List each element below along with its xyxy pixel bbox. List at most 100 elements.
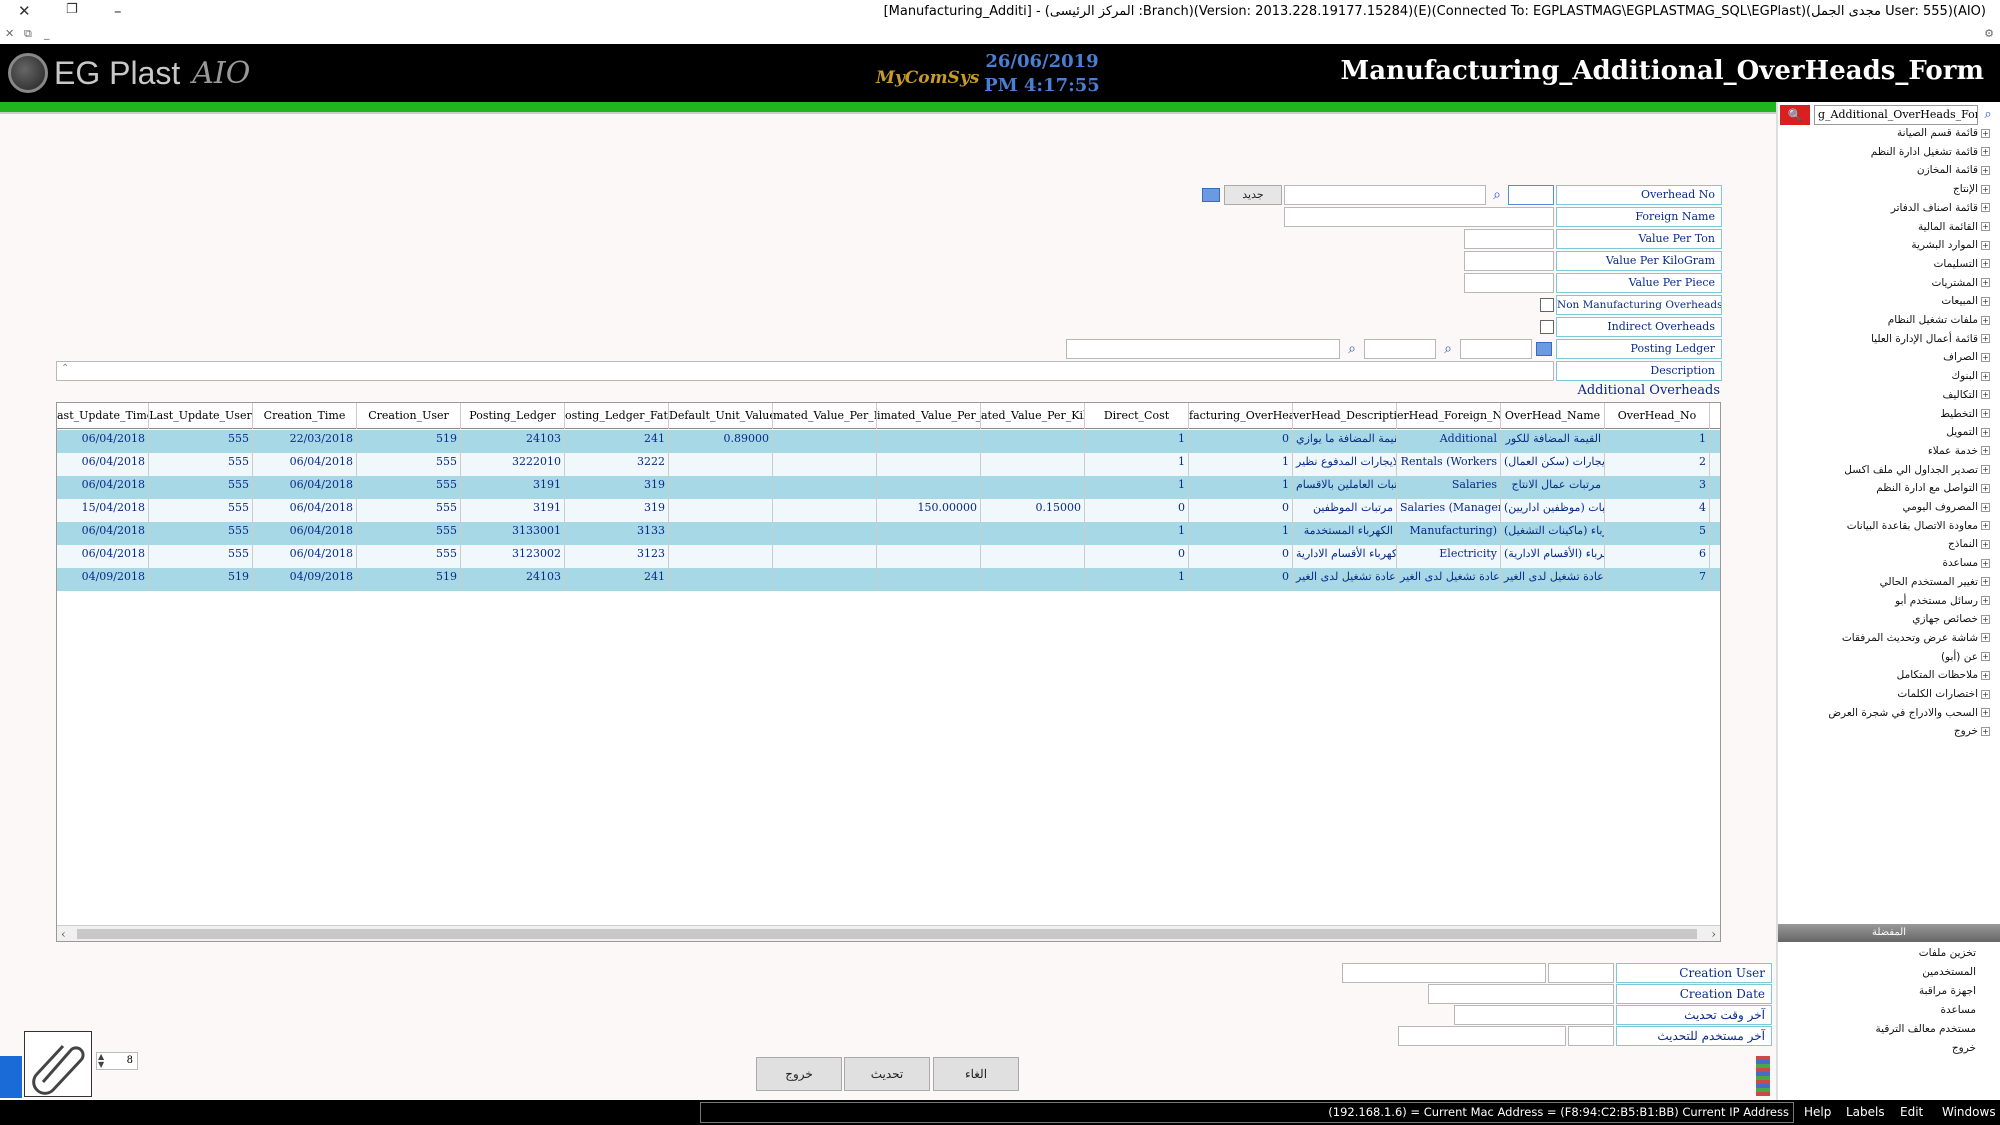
table-cell-vpp[interactable] — [773, 476, 877, 499]
favorite-item[interactable]: خروج — [1952, 1039, 1976, 1057]
table-cell-luu[interactable]: 519 — [149, 568, 253, 591]
table-cell-duv[interactable] — [669, 476, 773, 499]
table-cell-vpk[interactable] — [981, 430, 1085, 453]
table-cell-desc[interactable]: اعادة تشغيل لدى الغير — [1293, 568, 1397, 591]
navigation-search-input[interactable]: g_Additional_OverHeads_Form — [1814, 105, 1978, 125]
last-update-user-id-input[interactable] — [1568, 1026, 1614, 1046]
table-cell-fn[interactable]: Salaries — [1397, 476, 1501, 499]
overhead-lookup-input[interactable] — [1284, 185, 1486, 205]
expand-icon[interactable]: + — [1981, 128, 1990, 138]
table-cell-luu[interactable]: 555 — [149, 476, 253, 499]
table-cell-duv[interactable] — [669, 568, 773, 591]
tree-item[interactable]: تصدير الجداول الي ملف اكسل + — [1844, 461, 1990, 479]
table-cell-pl[interactable]: 3133001 — [461, 522, 565, 545]
expand-icon[interactable]: + — [1981, 577, 1990, 587]
table-cell-name[interactable]: كهرباء (ماكينات التشغيل) — [1501, 522, 1605, 545]
table-cell-no[interactable]: 6 — [1605, 545, 1710, 568]
tree-item[interactable]: التمويل + — [1946, 423, 1990, 441]
table-cell-vpp[interactable] — [773, 522, 877, 545]
value-per-piece-input[interactable] — [1464, 273, 1554, 293]
tree-item[interactable]: التكاليف + — [1942, 386, 1990, 404]
table-cell-lut[interactable]: 04/09/2018 — [57, 568, 149, 591]
column-header[interactable]: OverHead_Name — [1501, 403, 1605, 429]
table-cell-name[interactable]: مرتبات (موظفين اداريين) — [1501, 499, 1605, 522]
posting-ledger-code-input[interactable] — [1460, 339, 1532, 359]
table-cell-mo[interactable]: 0 — [1189, 545, 1293, 568]
table-cell-vpk[interactable] — [981, 453, 1085, 476]
exit-button[interactable]: خروج — [756, 1057, 842, 1091]
table-cell-pl[interactable]: 24103 — [461, 568, 565, 591]
expand-icon[interactable]: + — [1981, 240, 1990, 250]
tree-item[interactable]: ملفات تشغيل النظام + — [1888, 311, 1990, 329]
expand-icon[interactable]: + — [1981, 147, 1990, 157]
table-cell-dc[interactable]: 1 — [1085, 568, 1189, 591]
table-cell-dc[interactable]: 0 — [1085, 499, 1189, 522]
table-cell-plf[interactable]: 3123 — [565, 545, 669, 568]
expand-icon[interactable]: + — [1981, 670, 1990, 680]
table-cell-cu[interactable]: 555 — [357, 499, 461, 522]
column-header[interactable]: imated_Value_Per_T — [877, 403, 981, 429]
expand-icon[interactable]: + — [1981, 614, 1990, 624]
table-cell-no[interactable]: 7 — [1605, 568, 1710, 591]
table-cell-desc[interactable]: القيمة المضافة ما يوازي — [1293, 430, 1397, 453]
tree-item[interactable]: السحب والادراج في شجرة العرض + — [1828, 704, 1990, 722]
column-header[interactable]: Creation_User — [357, 403, 461, 429]
posting-ledger-name-input[interactable] — [1066, 339, 1340, 359]
tree-item[interactable]: قائمة قسم الصيانة + — [1897, 124, 1990, 142]
tree-item[interactable]: المبيعات + — [1941, 292, 1990, 310]
overheads-grid[interactable]: ast_Update_Time Last_Update_User Creation_… — [56, 402, 1721, 942]
table-cell-lut[interactable]: 15/04/2018 — [57, 499, 149, 522]
table-cell-mo[interactable]: 1 — [1189, 476, 1293, 499]
table-cell-mo[interactable]: 0 — [1189, 430, 1293, 453]
tree-item[interactable]: قائمة أعمال الإدارة العليا + — [1871, 330, 1990, 348]
tree-item[interactable]: القائمة المالية + — [1918, 218, 1990, 236]
table-cell-pl[interactable]: 3191 — [461, 499, 565, 522]
restore-window-icon[interactable]: ❐ — [66, 2, 78, 17]
tree-item[interactable]: اختصارات الكلمات + — [1897, 685, 1990, 703]
search-icon[interactable]: ⌕ — [1488, 186, 1506, 204]
table-cell-fn[interactable]: Salaries (Managerial — [1397, 499, 1501, 522]
table-cell-lut[interactable]: 06/04/2018 — [57, 545, 149, 568]
table-cell-vpp[interactable] — [773, 545, 877, 568]
search-button-icon[interactable]: 🔍 — [1780, 105, 1810, 125]
table-cell-ct[interactable]: 06/04/2018 — [253, 499, 357, 522]
table-cell-vpk[interactable]: 0.15000 — [981, 499, 1085, 522]
table-cell-lut[interactable]: 06/04/2018 — [57, 522, 149, 545]
table-cell-name[interactable]: القيمة المضافة للكور — [1501, 430, 1605, 453]
table-cell-vpp[interactable] — [773, 499, 877, 522]
table-cell-desc[interactable]: مرتبات الموظفين — [1293, 499, 1397, 522]
expand-icon[interactable]: + — [1981, 390, 1990, 400]
expand-icon[interactable]: + — [1981, 726, 1990, 736]
side-tab[interactable] — [0, 1056, 22, 1098]
table-cell-desc[interactable]: الكهرباء المستخدمة — [1293, 522, 1397, 545]
table-cell-duv[interactable] — [669, 499, 773, 522]
table-cell-pl[interactable]: 24103 — [461, 430, 565, 453]
column-header[interactable]: Direct_Cost — [1085, 403, 1189, 429]
expand-icon[interactable]: + — [1981, 427, 1990, 437]
expand-icon[interactable]: + — [1981, 352, 1990, 362]
expand-icon[interactable]: + — [1981, 689, 1990, 699]
creation-user-name-input[interactable] — [1342, 963, 1546, 983]
expand-icon[interactable]: + — [1981, 652, 1990, 662]
expand-icon[interactable]: + — [1981, 203, 1990, 213]
table-cell-lut[interactable]: 06/04/2018 — [57, 453, 149, 476]
table-row[interactable]: 04/09/2018 519 04/09/2018 519 24103 241 1 0 اعاد… — [57, 568, 1720, 591]
table-cell-vpt[interactable] — [877, 522, 981, 545]
non-manufacturing-checkbox[interactable] — [1540, 298, 1554, 312]
column-header[interactable]: OverHead_No — [1605, 403, 1710, 429]
table-cell-fn[interactable]: Rentals (Workers — [1397, 453, 1501, 476]
table-cell-vpk[interactable] — [981, 476, 1085, 499]
table-cell-vpp[interactable] — [773, 568, 877, 591]
expand-icon[interactable]: + — [1981, 521, 1990, 531]
table-row[interactable]: 06/04/201855506/04/2018555319131911مرتبا… — [57, 476, 1720, 499]
column-header[interactable]: Creation_Time — [253, 403, 357, 429]
tree-item[interactable]: المشتريات + — [1931, 274, 1990, 292]
expand-icon[interactable]: + — [1981, 596, 1990, 605]
table-cell-plf[interactable]: 319 — [565, 499, 669, 522]
table-cell-pl[interactable]: 3222010 — [461, 453, 565, 476]
favorite-item[interactable]: اجهزة مراقبة — [1919, 982, 1976, 1000]
table-cell-cu[interactable]: 519 — [357, 430, 461, 453]
tree-item[interactable]: تغيير المستخدم الحالي + — [1880, 573, 1990, 591]
tree-item[interactable]: التخطيط + — [1940, 405, 1990, 423]
table-cell-plf[interactable]: 241 — [565, 430, 669, 453]
